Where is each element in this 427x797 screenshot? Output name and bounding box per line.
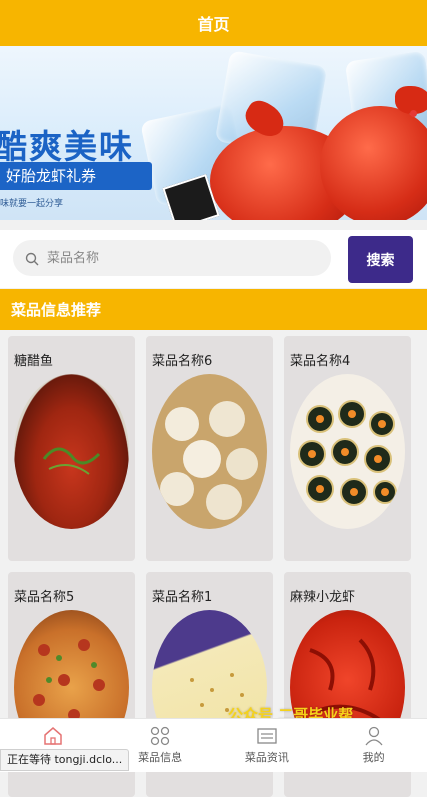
tab-label: 菜品信息 xyxy=(138,751,183,764)
banner-headline: 酷爽美味 xyxy=(0,127,134,166)
page-title: 首页 xyxy=(197,15,230,34)
top-navbar: 首页 xyxy=(0,0,427,46)
user-icon xyxy=(363,725,385,747)
search-field[interactable] xyxy=(13,240,331,276)
dish-card[interactable]: 菜品名称4 xyxy=(284,336,411,561)
dish-name: 菜品名称1 xyxy=(152,590,213,605)
tab-label: 我的 xyxy=(362,751,385,764)
dish-name: 菜品名称4 xyxy=(290,354,351,369)
search-input[interactable] xyxy=(45,249,319,267)
tab-label: 菜品资讯 xyxy=(244,751,289,764)
home-icon xyxy=(42,725,64,747)
news-icon xyxy=(256,725,278,747)
search-icon xyxy=(25,251,39,266)
dish-name: 菜品名称5 xyxy=(14,590,75,605)
crayfish-image xyxy=(320,106,427,220)
search-button[interactable]: 搜索 xyxy=(348,236,413,283)
section-header: 菜品信息推荐 xyxy=(0,289,427,330)
promo-banner[interactable]: 酷爽美味 好胎龙虾礼券 味就要一起分享 xyxy=(0,46,427,220)
dish-photo xyxy=(290,374,405,529)
grid-icon xyxy=(149,725,171,747)
tab-profile[interactable]: 我的 xyxy=(320,719,427,772)
carousel-indicator[interactable] xyxy=(410,110,417,117)
tab-news[interactable]: 菜品资讯 xyxy=(214,719,321,772)
banner-subtitle: 味就要一起分享 xyxy=(0,199,64,209)
dish-photo xyxy=(152,374,267,529)
dish-card[interactable]: 菜品名称6 xyxy=(146,336,273,561)
dish-name: 菜品名称6 xyxy=(152,354,213,369)
dish-grid: 糖醋鱼 菜品名称6 菜品名称4 菜品名称5 菜品名称1 麻辣小龙虾 xyxy=(0,330,427,797)
dish-card[interactable]: 糖醋鱼 xyxy=(8,336,135,561)
browser-status-bar: 正在等待 tongji.dclo... xyxy=(0,749,130,771)
dish-name: 糖醋鱼 xyxy=(14,354,54,369)
banner-ribbon: 好胎龙虾礼券 xyxy=(0,162,152,190)
search-bar: 搜索 xyxy=(0,230,427,288)
section-title: 菜品信息推荐 xyxy=(11,301,102,319)
dish-name: 麻辣小龙虾 xyxy=(290,590,356,605)
dish-photo xyxy=(14,374,129,529)
